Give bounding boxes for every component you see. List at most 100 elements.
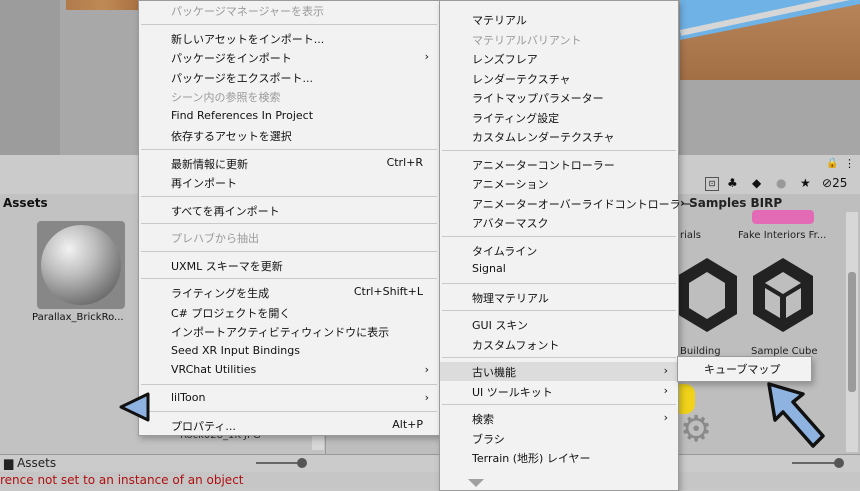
- asset-thumbnail[interactable]: [37, 221, 125, 309]
- menu-separator: [442, 149, 676, 151]
- menu-item-label: Seed XR Input Bindings: [171, 343, 300, 357]
- menu-item[interactable]: アバターマスク: [440, 213, 678, 232]
- content-scrollbar[interactable]: [846, 212, 858, 452]
- hidden-count[interactable]: ⊘25: [822, 176, 847, 190]
- slider-knob[interactable]: [297, 458, 307, 468]
- menu-shortcut: Alt+P: [392, 418, 423, 431]
- folder-icon: ▆: [4, 456, 14, 470]
- menu-item[interactable]: 古い機能 ›: [440, 362, 678, 381]
- gear-icon[interactable]: ⚙: [680, 412, 712, 448]
- asset-label[interactable]: Parallax_BrickRo...: [32, 312, 142, 323]
- asset-label-materials[interactable]: rials: [680, 230, 701, 241]
- menu-item-label: アバターマスク: [472, 217, 549, 230]
- menu-item[interactable]: Seed XR Input Bindings: [139, 342, 439, 361]
- filter-type-icon[interactable]: ♣: [727, 176, 738, 190]
- menu-item-label: プレハブから抽出: [171, 232, 259, 245]
- menu-item-label: レンズフレア: [472, 53, 538, 66]
- assets-context-menu: パッケージマネージャーを表示 新しいアセットをインポート... パッケージをインポー…: [138, 0, 440, 436]
- menu-item[interactable]: カスタムレンダーテクスチャ: [440, 127, 678, 146]
- menu-item-label: C# プロジェクトを開く: [171, 306, 291, 320]
- menu-item[interactable]: アニメーション: [440, 174, 678, 193]
- menu-item[interactable]: Terrain (地形) レイヤー: [440, 448, 678, 467]
- label-icon[interactable]: ◆: [752, 176, 761, 190]
- menu-item[interactable]: 物理マテリアル: [440, 288, 678, 307]
- breadcrumb[interactable]: › Samples BIRP: [680, 196, 782, 210]
- menu-item-label: シーン内の参照を検索: [171, 91, 281, 104]
- menu-item[interactable]: パッケージをエクスポート...: [139, 68, 439, 87]
- pink-thumbnail[interactable]: [752, 210, 814, 224]
- menu-item[interactable]: 再インポート: [139, 173, 439, 192]
- bottom-path-label: Assets: [17, 456, 57, 470]
- menu-item-label: 検索: [472, 413, 494, 426]
- assets-title: Assets: [3, 196, 48, 210]
- submenu-chevron-icon: ›: [663, 383, 668, 397]
- menu-item[interactable]: UI ツールキット ›: [440, 382, 678, 401]
- submenu-chevron-icon: ›: [424, 390, 429, 404]
- menu-item[interactable]: レンダーテクスチャ: [440, 69, 678, 88]
- search-by-type-icon[interactable]: ⊡: [705, 177, 719, 191]
- menu-item-label: パッケージをインポート: [171, 52, 292, 65]
- menu-item[interactable]: パッケージをインポート ›: [139, 48, 439, 67]
- menu-item[interactable]: 依存するアセットを選択: [139, 126, 439, 145]
- menu-item[interactable]: Find References In Project: [139, 107, 439, 126]
- menu-item[interactable]: VRChat Utilities ›: [139, 361, 439, 380]
- menu-item[interactable]: マテリアル: [440, 10, 678, 29]
- menu-item[interactable]: タイムライン: [440, 241, 678, 260]
- menu-item[interactable]: ブラシ: [440, 429, 678, 448]
- menu-item-label: VRChat Utilities: [171, 363, 257, 376]
- lock-icon[interactable]: 🔒: [826, 158, 838, 169]
- submenu-chevron-icon: ›: [663, 364, 668, 377]
- bottom-bar: [0, 454, 860, 473]
- menu-item[interactable]: キューブマップ: [678, 359, 811, 378]
- scroll-down-arrow-icon[interactable]: [468, 479, 484, 487]
- menu-separator: [141, 195, 437, 197]
- unity-cube-icon[interactable]: [677, 258, 747, 333]
- menu-item[interactable]: すべてを再インポート: [139, 201, 439, 220]
- menu-item[interactable]: UXML スキーマを更新: [139, 256, 439, 275]
- menu-separator: [141, 278, 437, 279]
- menu-item-label: アニメーターコントローラー: [472, 158, 615, 172]
- menu-separator: [141, 250, 437, 252]
- menu-item-label: UXML スキーマを更新: [171, 259, 283, 273]
- menu-item[interactable]: ライティング設定: [440, 108, 678, 127]
- menu-item[interactable]: プロパティ... Alt+P: [139, 416, 439, 435]
- breadcrumb-label: Samples BIRP: [689, 196, 783, 210]
- menu-separator: [442, 357, 676, 358]
- menu-item[interactable]: ライティングを生成 Ctrl+Shift+L: [139, 283, 439, 302]
- menu-item[interactable]: lilToon ›: [139, 389, 439, 408]
- menu-item[interactable]: ライトマップパラメーター: [440, 88, 678, 107]
- menu-item[interactable]: アニメーターオーバーライドコントローラー: [440, 194, 692, 213]
- menu-separator: [141, 148, 437, 150]
- menu-item-label: カスタムフォント: [472, 338, 560, 352]
- menu-item[interactable]: 検索 ›: [440, 409, 678, 428]
- menu-item[interactable]: レンズフレア: [440, 49, 678, 68]
- menu-item-label: 依存するアセットを選択: [171, 130, 292, 143]
- more-menu-icon[interactable]: ⋮: [844, 157, 855, 170]
- menu-item[interactable]: Signal: [440, 260, 678, 279]
- legacy-submenu: キューブマップ: [677, 356, 812, 382]
- menu-item-label: マテリアルバリアント: [472, 33, 582, 47]
- menu-separator: [141, 23, 437, 25]
- menu-item[interactable]: 最新情報に更新 Ctrl+R: [139, 154, 439, 173]
- menu-item[interactable]: GUI スキン: [440, 315, 678, 334]
- console-status-bar[interactable]: rence not set to an instance of an objec…: [0, 472, 860, 489]
- menu-item-label: Find References In Project: [171, 108, 314, 122]
- slider-knob[interactable]: [834, 458, 844, 468]
- scroll-thumb[interactable]: [848, 272, 856, 392]
- menu-item[interactable]: インポートアクティビティウィンドウに表示: [139, 322, 439, 341]
- scene-wall-right: [680, 80, 860, 160]
- menu-item-label: キューブマップ: [704, 363, 781, 376]
- menu-item[interactable]: C# プロジェクトを開く: [139, 303, 439, 322]
- asset-label-fake-interiors[interactable]: Fake Interiors Fr...: [738, 230, 826, 241]
- scene-ground-left: [66, 0, 140, 10]
- material-sphere-icon: [41, 225, 121, 305]
- menu-separator: [442, 404, 676, 405]
- menu-item-label: ライティングを生成: [171, 287, 270, 300]
- package-icon[interactable]: ●: [776, 176, 786, 190]
- unity-cube-icon[interactable]: [748, 258, 818, 333]
- favorite-star-icon[interactable]: ★: [800, 176, 811, 190]
- menu-item[interactable]: アニメーターコントローラー: [440, 155, 678, 174]
- menu-item[interactable]: 新しいアセットをインポート...: [139, 29, 439, 48]
- menu-item-label: すべてを再インポート: [171, 204, 280, 218]
- menu-item[interactable]: カスタムフォント: [440, 335, 678, 354]
